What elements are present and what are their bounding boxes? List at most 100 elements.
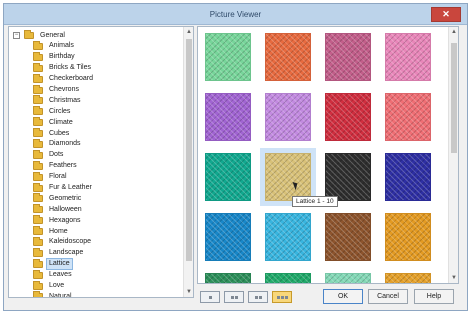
- pattern-swatch[interactable]: [205, 93, 251, 141]
- swatch-gallery[interactable]: ▲ ▼: [197, 26, 459, 284]
- scroll-down-arrow-icon[interactable]: ▼: [184, 287, 193, 297]
- pattern-swatch[interactable]: [265, 93, 311, 141]
- tree-root-general[interactable]: − General: [13, 30, 68, 41]
- folder-icon: [33, 258, 43, 268]
- tree-item-cubes[interactable]: Cubes: [33, 128, 96, 139]
- scroll-thumb[interactable]: [451, 43, 457, 153]
- folder-icon: [33, 138, 43, 148]
- tree-item-label: Landscape: [49, 249, 84, 257]
- tree-item-landscape[interactable]: Landscape: [33, 247, 96, 259]
- single-view-icon[interactable]: [200, 291, 220, 303]
- tree-item-hexagons[interactable]: Hexagons: [33, 215, 96, 226]
- four-column-view-icon[interactable]: [272, 291, 292, 303]
- tree-item-birthday[interactable]: Birthday: [33, 51, 96, 63]
- pattern-swatch[interactable]: [205, 153, 251, 201]
- pattern-swatch[interactable]: [325, 273, 371, 283]
- tree-item-home[interactable]: Home: [33, 226, 96, 237]
- pattern-swatch[interactable]: [325, 153, 371, 201]
- tree-item-floral[interactable]: Floral: [33, 171, 96, 183]
- tree-item-animals[interactable]: Animals: [33, 40, 96, 52]
- folder-icon: [33, 40, 43, 50]
- tree-item-checkerboard[interactable]: Checkerboard: [33, 73, 96, 85]
- tree-item-christmas[interactable]: Christmas: [33, 95, 96, 106]
- tree-item-leaves[interactable]: Leaves: [33, 269, 96, 281]
- two-by-two-view-icon[interactable]: [224, 291, 244, 303]
- folder-icon: [33, 128, 43, 138]
- ok-button[interactable]: OK: [323, 289, 363, 304]
- tree-item-dots[interactable]: Dots: [33, 149, 96, 161]
- pattern-swatch[interactable]: [325, 33, 371, 81]
- tree-item-label: Cubes: [49, 129, 70, 137]
- folder-icon: [33, 73, 43, 83]
- pattern-swatch[interactable]: [260, 148, 316, 206]
- folder-icon: [33, 215, 43, 225]
- pattern-swatch[interactable]: [385, 93, 431, 141]
- tree-item-label: Birthday: [49, 53, 75, 61]
- tree-item-label: Circles: [49, 107, 71, 115]
- cancel-button[interactable]: Cancel: [368, 289, 408, 304]
- three-column-view-icon[interactable]: [248, 291, 268, 303]
- pattern-swatch[interactable]: [385, 33, 431, 81]
- pattern-swatch[interactable]: [385, 273, 431, 283]
- collapse-icon[interactable]: −: [13, 32, 20, 39]
- folder-icon: [33, 226, 43, 236]
- pattern-swatch[interactable]: [265, 33, 311, 81]
- tree-item-diamonds[interactable]: Diamonds: [33, 138, 96, 150]
- folder-icon: [33, 160, 43, 170]
- tree-item-circles[interactable]: Circles: [33, 106, 96, 117]
- tree-item-label: Kaleidoscope: [49, 238, 92, 246]
- tree-item-bricks-tiles[interactable]: Bricks & Tiles: [33, 62, 96, 74]
- tree-item-natural[interactable]: Natural: [33, 291, 96, 298]
- pattern-swatch[interactable]: [385, 213, 431, 261]
- folder-icon: [33, 106, 43, 116]
- pattern-swatch[interactable]: [325, 213, 371, 261]
- scroll-down-arrow-icon[interactable]: ▼: [449, 273, 458, 283]
- tree-item-label: Dots: [49, 151, 64, 159]
- tree-item-label: Home: [49, 227, 68, 235]
- pattern-swatch[interactable]: [205, 213, 251, 261]
- scroll-up-arrow-icon[interactable]: ▲: [184, 27, 193, 37]
- tree-item-lattice[interactable]: Lattice: [33, 258, 96, 271]
- tree-item-climate[interactable]: Climate: [33, 117, 96, 128]
- folder-icon: [33, 193, 43, 203]
- close-button[interactable]: ✕: [431, 7, 461, 22]
- pattern-swatch[interactable]: [325, 93, 371, 141]
- tree-scrollbar[interactable]: ▲ ▼: [183, 27, 193, 297]
- tree-item-label: Bricks & Tiles: [49, 64, 92, 72]
- folder-icon: [33, 291, 43, 297]
- help-button[interactable]: Help: [414, 289, 454, 304]
- folder-icon: [33, 247, 43, 257]
- tree-item-label: Lattice: [46, 258, 73, 271]
- tree-item-feathers[interactable]: Feathers: [33, 160, 96, 172]
- pattern-swatch[interactable]: [265, 213, 311, 261]
- tree-item-label: Christmas: [49, 96, 81, 104]
- tree-item-label: Feathers: [49, 162, 77, 170]
- tree-item-label: Natural: [49, 292, 72, 298]
- pattern-swatch[interactable]: [265, 273, 311, 283]
- tree-item-fur-leather[interactable]: Fur & Leather: [33, 182, 96, 194]
- scroll-up-arrow-icon[interactable]: ▲: [449, 27, 458, 37]
- category-tree[interactable]: − General Animals Birthday Bricks & Tiles C…: [8, 26, 194, 298]
- tree-item-chevrons[interactable]: Chevrons: [33, 84, 96, 96]
- swatch-tooltip: Lattice 1 - 10: [292, 196, 338, 207]
- folder-icon: [33, 149, 43, 159]
- pattern-swatch[interactable]: [205, 273, 251, 283]
- tree-item-list: Animals Birthday Bricks & Tiles Checkerboar…: [33, 40, 96, 298]
- tree-item-label: Climate: [49, 118, 73, 126]
- tree-item-label: Love: [49, 282, 65, 290]
- pattern-swatch[interactable]: [205, 33, 251, 81]
- tree-item-geometric[interactable]: Geometric: [33, 193, 96, 204]
- gallery-scrollbar[interactable]: ▲ ▼: [448, 27, 458, 283]
- tree-item-love[interactable]: Love: [33, 280, 96, 292]
- tree-root-label: General: [40, 32, 65, 39]
- folder-icon: [24, 30, 34, 39]
- pattern-swatch[interactable]: [385, 153, 431, 201]
- tree-item-halloween[interactable]: Halloween: [33, 204, 96, 215]
- folder-icon: [33, 204, 43, 214]
- tree-item-kaleidoscope[interactable]: Kaleidoscope: [33, 236, 96, 248]
- folder-icon: [33, 236, 43, 246]
- folder-icon: [33, 95, 43, 105]
- scroll-thumb[interactable]: [186, 39, 192, 261]
- folder-icon: [33, 280, 43, 290]
- title-bar[interactable]: Picture Viewer ✕: [4, 4, 467, 25]
